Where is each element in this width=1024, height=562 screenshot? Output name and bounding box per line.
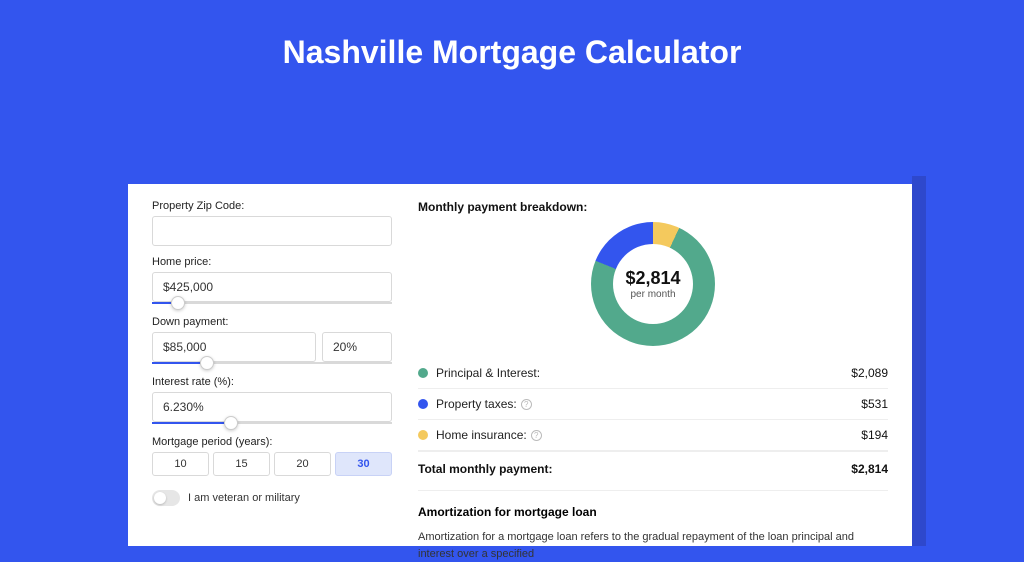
veteran-label: I am veteran or military bbox=[188, 492, 300, 504]
legend-label-text: Principal & Interest: bbox=[436, 366, 540, 380]
home-price-label: Home price: bbox=[152, 256, 392, 268]
legend: Principal & Interest: $2,089 Property taxe… bbox=[418, 358, 888, 451]
interest-slider[interactable] bbox=[152, 422, 392, 424]
down-payment-group: Down payment: bbox=[152, 316, 392, 364]
legend-dot-icon bbox=[418, 368, 428, 378]
breakdown-heading: Monthly payment breakdown: bbox=[418, 200, 888, 214]
info-icon[interactable]: ? bbox=[521, 399, 532, 410]
total-row: Total monthly payment: $2,814 bbox=[418, 451, 888, 490]
down-payment-slider[interactable] bbox=[152, 362, 392, 364]
interest-group: Interest rate (%): bbox=[152, 376, 392, 424]
calculator-card: Property Zip Code: Home price: Down paym… bbox=[128, 184, 912, 546]
legend-row-2: Home insurance:?$194 bbox=[418, 420, 888, 451]
legend-value: $194 bbox=[861, 428, 888, 442]
legend-dot-icon bbox=[418, 430, 428, 440]
period-option-15[interactable]: 15 bbox=[213, 452, 270, 476]
period-group: Mortgage period (years): 10152030 bbox=[152, 436, 392, 476]
period-options: 10152030 bbox=[152, 452, 392, 476]
legend-row-1: Property taxes:?$531 bbox=[418, 389, 888, 420]
down-payment-amount-input[interactable] bbox=[152, 332, 316, 362]
interest-input[interactable] bbox=[152, 392, 392, 422]
form-column: Property Zip Code: Home price: Down paym… bbox=[152, 200, 392, 546]
period-option-10[interactable]: 10 bbox=[152, 452, 209, 476]
home-price-group: Home price: bbox=[152, 256, 392, 304]
zip-label: Property Zip Code: bbox=[152, 200, 392, 212]
page-title: Nashville Mortgage Calculator bbox=[0, 34, 1024, 71]
legend-label-text: Property taxes: bbox=[436, 397, 517, 411]
veteran-row: I am veteran or military bbox=[152, 490, 392, 506]
period-label: Mortgage period (years): bbox=[152, 436, 392, 448]
period-option-20[interactable]: 20 bbox=[274, 452, 331, 476]
down-payment-label: Down payment: bbox=[152, 316, 392, 328]
amortization-section: Amortization for mortgage loan Amortizat… bbox=[418, 490, 888, 562]
donut-amount: $2,814 bbox=[625, 268, 680, 289]
breakdown-column: Monthly payment breakdown: $2,814 per mo… bbox=[418, 200, 888, 546]
legend-label: Home insurance:? bbox=[436, 428, 861, 442]
down-payment-percent-input[interactable] bbox=[322, 332, 392, 362]
legend-label: Property taxes:? bbox=[436, 397, 861, 411]
donut-sub: per month bbox=[630, 289, 675, 300]
donut-chart-wrap: $2,814 per month bbox=[418, 214, 888, 358]
period-option-30[interactable]: 30 bbox=[335, 452, 392, 476]
home-price-slider[interactable] bbox=[152, 302, 392, 304]
amortization-heading: Amortization for mortgage loan bbox=[418, 505, 888, 519]
veteran-toggle[interactable] bbox=[152, 490, 180, 506]
donut-center: $2,814 per month bbox=[591, 222, 715, 346]
zip-group: Property Zip Code: bbox=[152, 200, 392, 246]
donut-chart: $2,814 per month bbox=[591, 222, 715, 346]
total-value: $2,814 bbox=[851, 462, 888, 476]
home-price-input[interactable] bbox=[152, 272, 392, 302]
info-icon[interactable]: ? bbox=[531, 430, 542, 441]
legend-value: $2,089 bbox=[851, 366, 888, 380]
total-label: Total monthly payment: bbox=[418, 462, 851, 476]
legend-dot-icon bbox=[418, 399, 428, 409]
zip-input[interactable] bbox=[152, 216, 392, 246]
legend-label: Principal & Interest: bbox=[436, 366, 851, 380]
amortization-body: Amortization for a mortgage loan refers … bbox=[418, 529, 888, 562]
interest-label: Interest rate (%): bbox=[152, 376, 392, 388]
legend-row-0: Principal & Interest: $2,089 bbox=[418, 358, 888, 389]
legend-value: $531 bbox=[861, 397, 888, 411]
legend-label-text: Home insurance: bbox=[436, 428, 527, 442]
